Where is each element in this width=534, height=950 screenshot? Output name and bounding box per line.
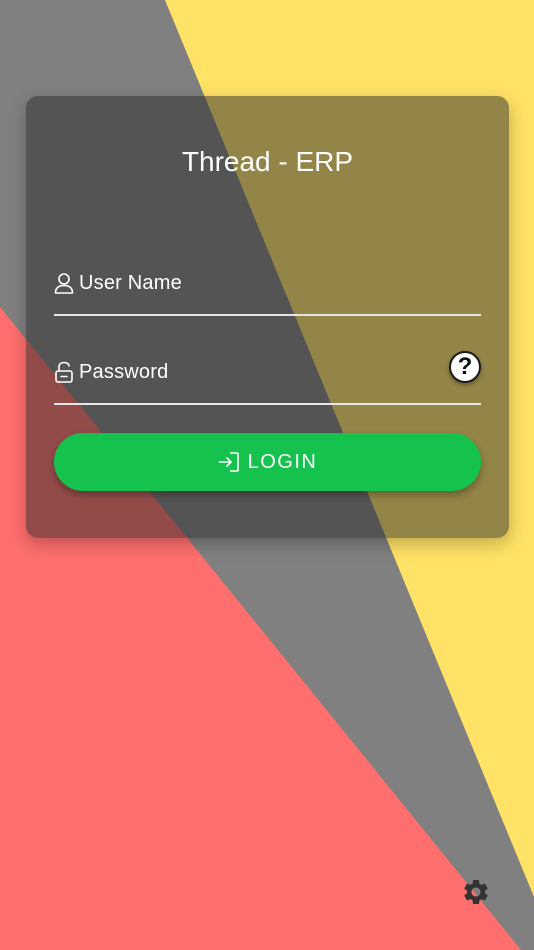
gear-icon[interactable]	[461, 877, 491, 907]
password-help-button[interactable]: ?	[449, 351, 481, 383]
login-card: Thread - ERP User Name Password ? LOGIN	[26, 96, 509, 538]
user-icon	[54, 273, 74, 294]
username-label: User Name	[79, 272, 182, 294]
login-button[interactable]: LOGIN	[54, 433, 481, 491]
unlock-icon	[55, 361, 73, 383]
username-field[interactable]: User Name	[54, 254, 481, 316]
password-field[interactable]: Password ?	[54, 343, 481, 405]
login-label: LOGIN	[247, 450, 318, 473]
login-icon	[218, 452, 239, 472]
password-label: Password	[79, 361, 169, 383]
app-title: Thread - ERP	[181, 146, 354, 177]
